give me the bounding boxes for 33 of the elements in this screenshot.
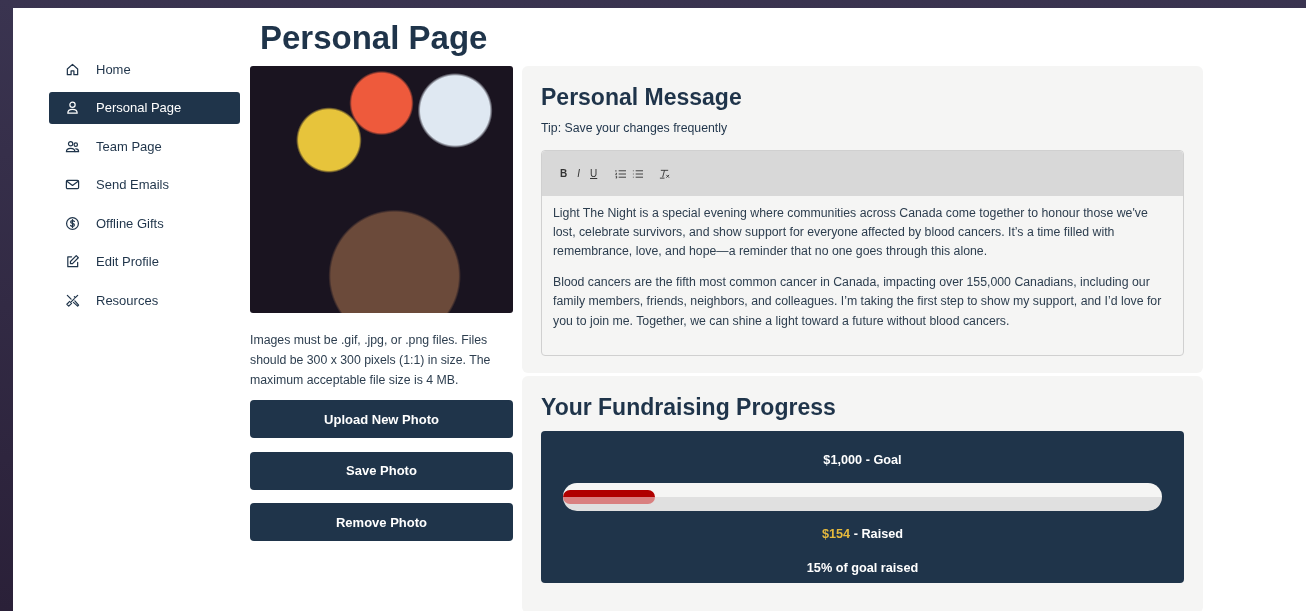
bold-button[interactable]: B (558, 168, 570, 180)
photo-button[interactable]: Save Photo (250, 451, 513, 490)
section-title: Your Fundraising Progress (541, 393, 837, 421)
goal-text: $1,000 - Goal (823, 452, 902, 467)
photo-requirements-text: Images must be .gif, .jpg, or .png files. Files should be 300 x 300 pixels (1:1) in size. The maximum acceptable file size is 4 MB. (250, 332, 492, 389)
italic-button[interactable]: I (575, 168, 582, 180)
sidebar-item[interactable]: Send Emails (49, 168, 240, 201)
underline-button[interactable]: U (588, 168, 600, 180)
sidebar-item[interactable]: Home (49, 53, 240, 86)
tip-text: Tip: Save your changes frequently (541, 121, 729, 136)
home-icon (65, 61, 80, 77)
clear-format-icon[interactable] (659, 168, 671, 179)
photo-button[interactable]: Remove Photo (250, 503, 513, 542)
sidebar-item[interactable]: Offline Gifts (49, 207, 240, 240)
message-paragraph: Blood cancers are the fifth most common cancer in Canada, impacting over 155,000 Canadians, including our family members, friends, neighbors, and colleagues. I’m taking the first step to show my support, and I’d love for you to join me. Together, we can shine a light toward a future without blood cancers. (553, 274, 1163, 330)
numbered-list-icon[interactable] (615, 168, 627, 179)
message-paragraph: Light The Night is a special evening where communities across Canada come together to honour those we've lost, celebrate survivors, and show support for everyone affected by blood cancers. It’s a time filled with remembrance, love, and hope—a reminder that no one goes through this alone. (553, 205, 1149, 261)
sidebar-item[interactable]: Personal Page (49, 91, 240, 124)
dollar-icon (65, 215, 80, 231)
bullet-list-icon[interactable] (632, 168, 644, 179)
sidebar-item[interactable]: Edit Profile (49, 245, 240, 278)
sidebar-item[interactable]: Team Page (49, 130, 240, 163)
people-icon (65, 138, 80, 154)
sidebar-item[interactable]: Resources (49, 284, 240, 317)
page-title: Personal Page (260, 20, 489, 57)
message-editor[interactable] (541, 150, 1184, 356)
edit-icon (65, 254, 80, 270)
raised-text: $154 - Raised (821, 526, 904, 541)
tools-icon (65, 292, 80, 308)
percent-text: 15% of goal raised (806, 560, 919, 575)
section-title: Personal Message (541, 84, 743, 112)
photo-button[interactable]: Upload New Photo (250, 400, 513, 439)
person-icon (65, 100, 80, 116)
